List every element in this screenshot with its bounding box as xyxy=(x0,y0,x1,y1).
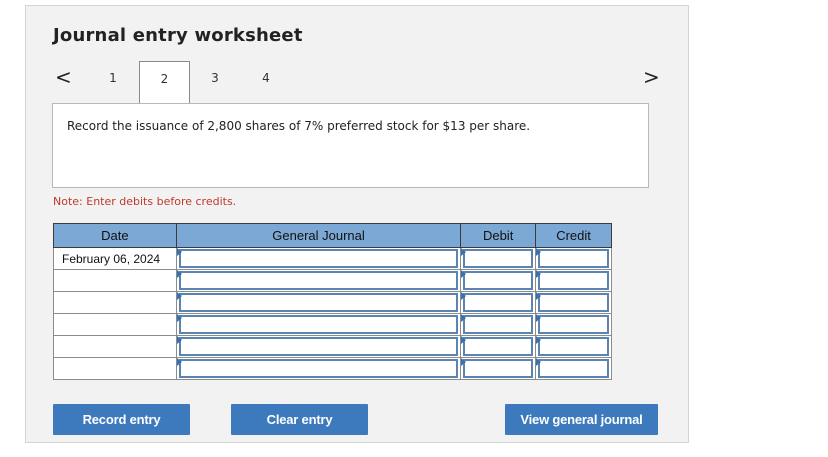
credit-input[interactable] xyxy=(538,249,609,268)
header-debit: Debit xyxy=(460,223,537,248)
step-3[interactable]: 3 xyxy=(205,71,225,85)
journal-cell xyxy=(175,247,462,270)
dropdown-marker-icon xyxy=(176,248,182,256)
dropdown-marker-icon xyxy=(536,358,542,366)
step-2-active-tab[interactable]: 2 xyxy=(139,61,190,105)
credit-cell xyxy=(535,247,612,270)
credit-cell xyxy=(535,357,612,380)
debit-input[interactable] xyxy=(463,271,534,290)
table-row xyxy=(53,357,612,380)
question-text: Record the issuance of 2,800 shares of 7… xyxy=(67,119,531,133)
credit-input[interactable] xyxy=(538,293,609,312)
table-row: February 06, 2024 xyxy=(53,247,612,270)
debit-cell xyxy=(460,313,537,336)
debit-input[interactable] xyxy=(463,249,534,268)
dropdown-marker-icon xyxy=(176,314,182,322)
dropdown-marker-icon xyxy=(176,292,182,300)
page-title: Journal entry worksheet xyxy=(53,25,303,46)
date-cell[interactable] xyxy=(53,335,177,358)
header-date: Date xyxy=(53,223,177,248)
dropdown-marker-icon xyxy=(536,336,542,344)
header-general-journal: General Journal xyxy=(175,223,462,248)
journal-input[interactable] xyxy=(178,337,459,356)
record-entry-button[interactable]: Record entry xyxy=(53,404,190,435)
dropdown-marker-icon xyxy=(461,336,467,344)
step-2-label: 2 xyxy=(160,72,169,86)
credit-input[interactable] xyxy=(538,315,609,334)
header-credit: Credit xyxy=(535,223,612,248)
step-4[interactable]: 4 xyxy=(256,71,276,85)
dropdown-marker-icon xyxy=(461,358,467,366)
journal-input[interactable] xyxy=(178,249,459,268)
credit-cell xyxy=(535,335,612,358)
credit-cell xyxy=(535,291,612,314)
date-cell[interactable] xyxy=(53,357,177,380)
next-arrow-icon[interactable]: > xyxy=(643,65,660,89)
debit-cell xyxy=(460,291,537,314)
credit-input[interactable] xyxy=(538,337,609,356)
journal-input[interactable] xyxy=(178,271,459,290)
dropdown-marker-icon xyxy=(461,292,467,300)
debit-cell xyxy=(460,357,537,380)
journal-input[interactable] xyxy=(178,359,459,378)
journal-cell xyxy=(175,357,462,380)
dropdown-marker-icon xyxy=(461,314,467,322)
table-row xyxy=(53,313,612,336)
credit-cell xyxy=(535,269,612,292)
journal-cell xyxy=(175,291,462,314)
step-1[interactable]: 1 xyxy=(103,71,123,85)
question-box: Record the issuance of 2,800 shares of 7… xyxy=(52,103,649,188)
debit-input[interactable] xyxy=(463,337,534,356)
dropdown-marker-icon xyxy=(176,358,182,366)
date-cell[interactable] xyxy=(53,313,177,336)
dropdown-marker-icon xyxy=(176,270,182,278)
note-text: Note: Enter debits before credits. xyxy=(53,195,237,208)
journal-table: Date General Journal Debit Credit Februa… xyxy=(53,223,612,380)
credit-input[interactable] xyxy=(538,271,609,290)
dropdown-marker-icon xyxy=(176,336,182,344)
journal-cell xyxy=(175,335,462,358)
date-cell[interactable]: February 06, 2024 xyxy=(53,247,177,270)
credit-cell xyxy=(535,313,612,336)
journal-input[interactable] xyxy=(178,293,459,312)
dropdown-marker-icon xyxy=(461,248,467,256)
credit-input[interactable] xyxy=(538,359,609,378)
table-header-row: Date General Journal Debit Credit xyxy=(53,223,612,248)
dropdown-marker-icon xyxy=(536,248,542,256)
journal-cell xyxy=(175,313,462,336)
dropdown-marker-icon xyxy=(536,292,542,300)
debit-cell xyxy=(460,269,537,292)
date-cell[interactable] xyxy=(53,291,177,314)
debit-input[interactable] xyxy=(463,293,534,312)
journal-input[interactable] xyxy=(178,315,459,334)
view-general-journal-button[interactable]: View general journal xyxy=(505,404,658,435)
debit-cell xyxy=(460,335,537,358)
clear-entry-button[interactable]: Clear entry xyxy=(231,404,368,435)
dropdown-marker-icon xyxy=(536,270,542,278)
date-cell[interactable] xyxy=(53,269,177,292)
journal-cell xyxy=(175,269,462,292)
debit-input[interactable] xyxy=(463,359,534,378)
table-row xyxy=(53,291,612,314)
dropdown-marker-icon xyxy=(536,314,542,322)
table-row xyxy=(53,269,612,292)
prev-arrow-icon[interactable]: < xyxy=(55,65,72,89)
table-row xyxy=(53,335,612,358)
dropdown-marker-icon xyxy=(461,270,467,278)
debit-cell xyxy=(460,247,537,270)
debit-input[interactable] xyxy=(463,315,534,334)
